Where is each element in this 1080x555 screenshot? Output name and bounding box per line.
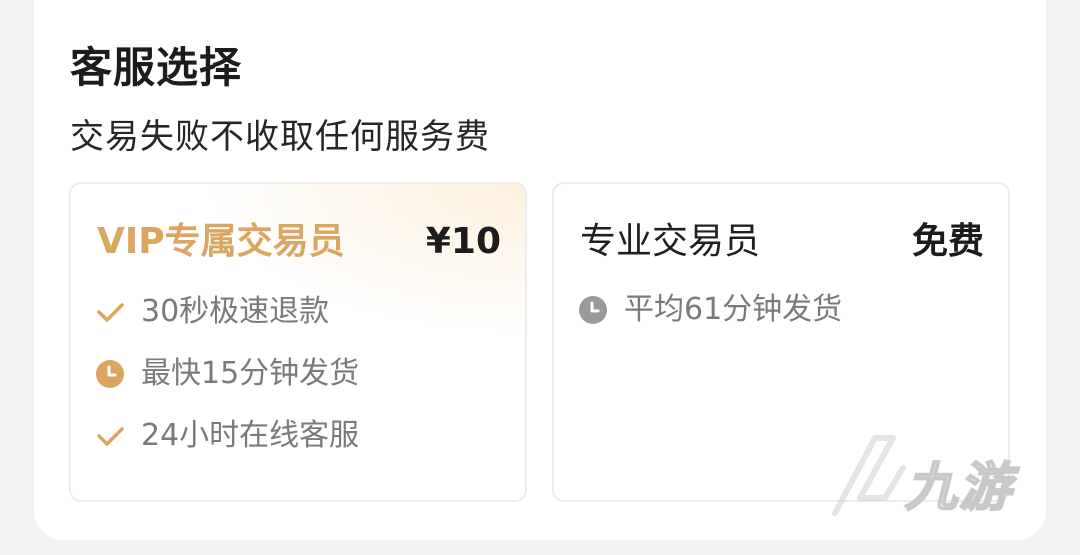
- feature-item: 30秒极速退款: [95, 290, 329, 334]
- clock-icon: [578, 295, 608, 325]
- check-icon: [95, 297, 125, 327]
- feature-item: 24小时在线客服: [95, 414, 359, 458]
- watermark-text: 九游: [904, 457, 1014, 519]
- vip-trader-name: VIP专属交易员: [97, 221, 345, 262]
- feature-text: 最快15分钟发货: [141, 356, 360, 391]
- feature-text: 24小时在线客服: [141, 418, 360, 453]
- section-subtitle: 交易失败不收取任何服务费: [70, 117, 490, 157]
- feature-item: 平均61分钟发货: [578, 288, 842, 332]
- feature-item: 最快15分钟发货: [95, 352, 359, 396]
- section-title: 客服选择: [70, 43, 243, 92]
- professional-trader-price: 免费: [911, 221, 984, 262]
- vip-trader-card[interactable]: VIP专属交易员 ¥10 30秒极速退款 最快15分钟发货 24小时在线客服: [69, 182, 527, 502]
- professional-trader-name: 专业交易员: [580, 221, 761, 262]
- check-icon: [95, 421, 125, 451]
- feature-text: 平均61分钟发货: [624, 292, 843, 327]
- clock-icon: [95, 359, 125, 389]
- feature-text: 30秒极速退款: [141, 294, 330, 329]
- vip-trader-price: ¥10: [425, 221, 501, 262]
